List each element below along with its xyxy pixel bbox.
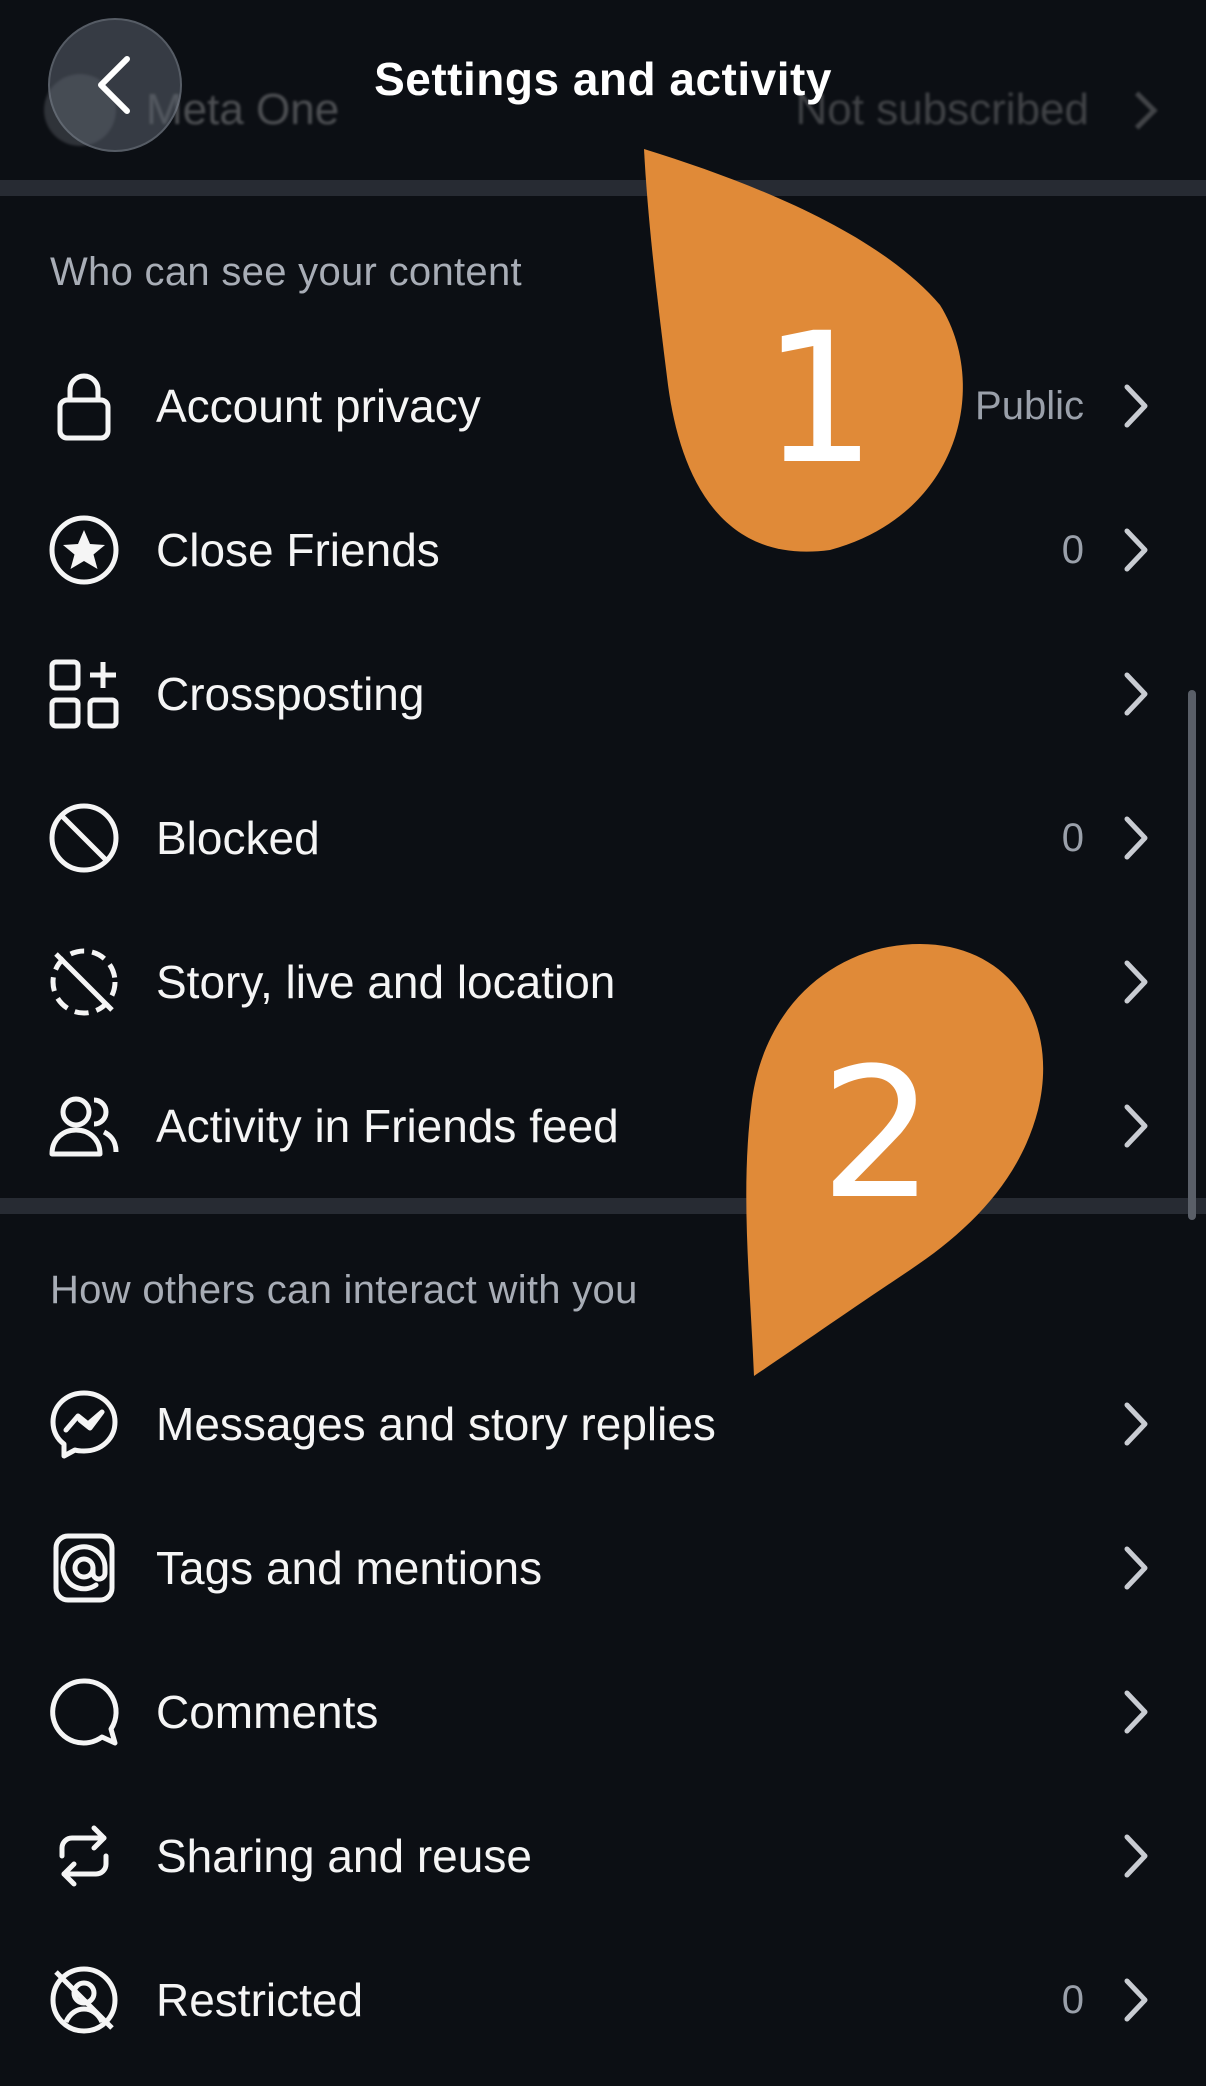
at-sign-icon <box>48 1532 120 1604</box>
blocked-label: Blocked <box>156 812 320 864</box>
sharing-reuse-item[interactable]: Sharing and reuse <box>0 1784 1206 1928</box>
grid-plus-icon <box>48 658 120 730</box>
restricted-count: 0 <box>1061 1977 1084 2022</box>
section-title-how-others-interact: How others can interact with you <box>50 1268 638 1312</box>
account-privacy-item[interactable]: Account privacy Public <box>0 334 1206 478</box>
story-off-icon <box>48 946 120 1018</box>
crossposting-label: Crossposting <box>156 668 425 720</box>
section-divider <box>0 180 1206 196</box>
blocked-item[interactable]: Blocked 0 <box>0 766 1206 910</box>
friends-icon <box>48 1090 120 1162</box>
sharing-reuse-label: Sharing and reuse <box>156 1830 532 1882</box>
close-friends-item[interactable]: Close Friends 0 <box>0 478 1206 622</box>
chevron-right-icon <box>1116 520 1156 580</box>
callout-number-1: 1 <box>762 295 877 504</box>
chevron-right-icon <box>1116 376 1156 436</box>
restricted-label: Restricted <box>156 1974 364 2026</box>
account-privacy-value: Public <box>975 383 1084 428</box>
close-friends-count: 0 <box>1061 527 1084 572</box>
tags-mentions-item[interactable]: Tags and mentions <box>0 1496 1206 1640</box>
callout-marker-1: 1 <box>640 145 980 555</box>
chevron-right-icon <box>1116 808 1156 868</box>
restricted-item[interactable]: Restricted 0 <box>0 1928 1206 2072</box>
messenger-icon <box>48 1388 120 1460</box>
star-circle-icon <box>48 514 120 586</box>
chevron-right-icon <box>1116 1096 1156 1156</box>
crossposting-item[interactable]: Crossposting <box>0 622 1206 766</box>
blocked-icon <box>48 802 120 874</box>
blocked-count: 0 <box>1061 815 1084 860</box>
header: Meta One Not subscribed Settings and act… <box>0 0 1206 180</box>
scrollbar[interactable] <box>1188 690 1196 1220</box>
lock-icon <box>48 370 120 442</box>
callout-number-2: 2 <box>820 1030 935 1239</box>
messages-story-replies-label: Messages and story replies <box>156 1398 716 1450</box>
tags-mentions-label: Tags and mentions <box>156 1542 543 1594</box>
callout-marker-2: 2 <box>730 940 1050 1380</box>
comment-bubble-icon <box>48 1676 120 1748</box>
chevron-right-icon <box>1116 1826 1156 1886</box>
chevron-right-icon <box>1116 664 1156 724</box>
page-title: Settings and activity <box>374 53 832 105</box>
comments-label: Comments <box>156 1686 379 1738</box>
restricted-icon <box>48 1964 120 2036</box>
chevron-right-icon <box>1116 952 1156 1012</box>
comments-item[interactable]: Comments <box>0 1640 1206 1784</box>
chevron-right-icon <box>1116 1970 1156 2030</box>
chevron-right-icon <box>1116 1394 1156 1454</box>
repost-icon <box>48 1820 120 1892</box>
chevron-right-icon <box>1116 1682 1156 1742</box>
section-title-who-can-see: Who can see your content <box>50 250 522 294</box>
chevron-right-icon <box>1116 1538 1156 1598</box>
